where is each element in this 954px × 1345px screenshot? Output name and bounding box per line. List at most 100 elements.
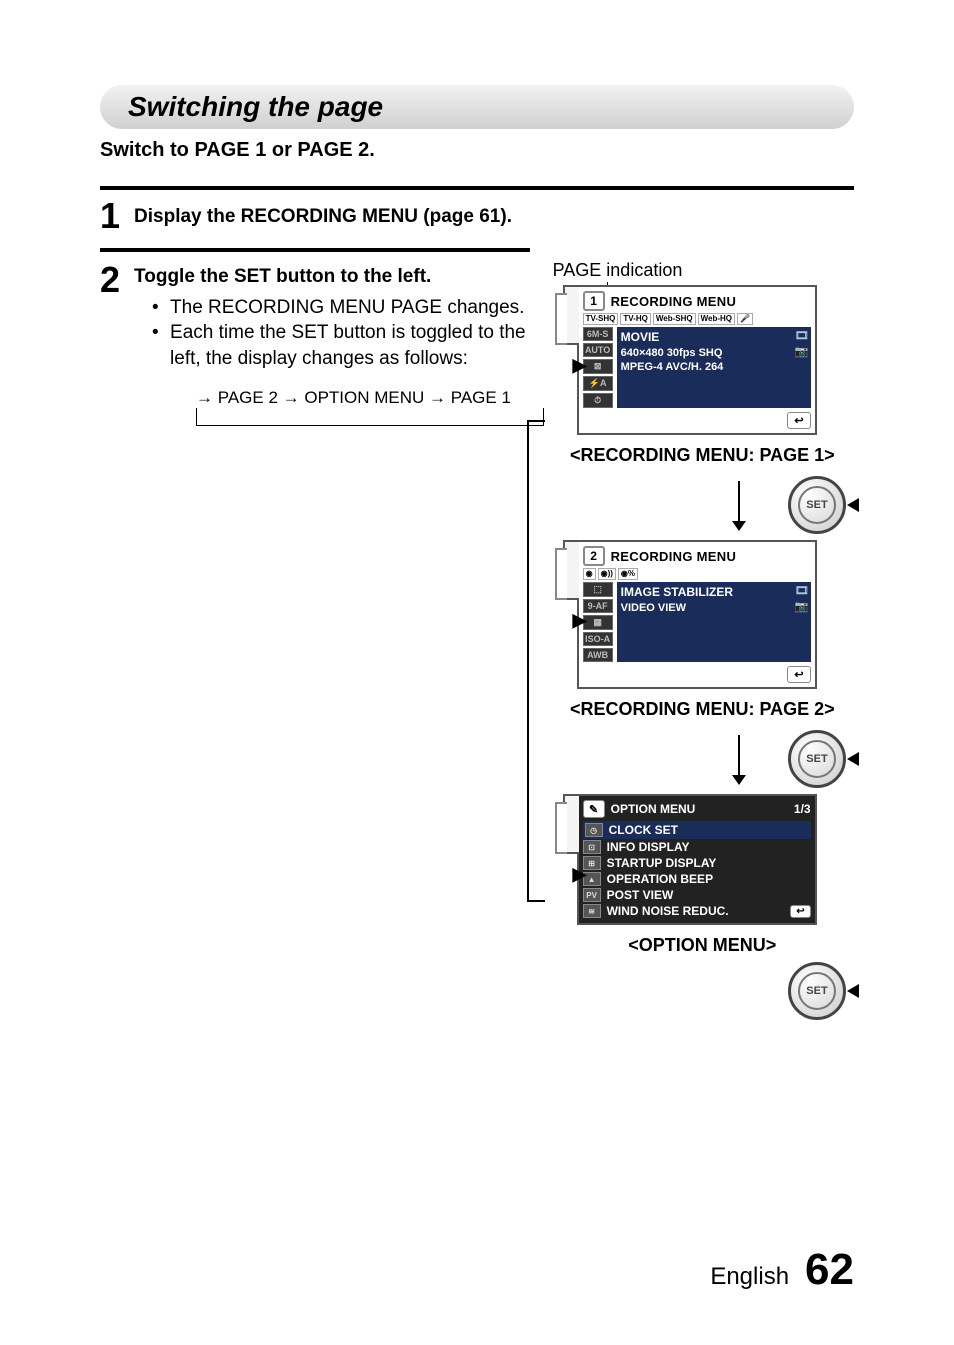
option-label: POST VIEW bbox=[607, 888, 811, 902]
screen-caption: <OPTION MENU> bbox=[551, 935, 854, 956]
highlight-line: 640×480 30fps SHQ bbox=[621, 346, 807, 360]
highlight-line: MOVIE bbox=[621, 330, 807, 346]
menu-highlight: 🎞 📷 IMAGE STABILIZER VIDEO VIEW bbox=[617, 582, 811, 662]
bullet-item: Each time the SET button is toggled to t… bbox=[162, 320, 531, 371]
set-label: SET bbox=[806, 753, 827, 765]
menu-screen-option: ▶ ✎ OPTION MENU 1/3 ◷ CLOCK SET ⊡ INFO D… bbox=[577, 794, 817, 925]
step-number: 1 bbox=[100, 198, 120, 234]
step-1: 1 Display the RECORDING MENU (page 61). bbox=[100, 196, 854, 234]
left-icon-column: 6M-S AUTO ⊠ ⚡A ⏱ bbox=[583, 327, 613, 408]
arrow-left-icon bbox=[847, 498, 859, 512]
movie-icon: 🎞 bbox=[795, 584, 809, 598]
menu-header: ✎ OPTION MENU 1/3 bbox=[583, 800, 811, 818]
arrow-icon: ▶ bbox=[573, 610, 587, 631]
mode-chip: ◉)) bbox=[598, 568, 616, 580]
tool-icon: ✎ bbox=[583, 800, 605, 818]
option-label: STARTUP DISPLAY bbox=[607, 856, 811, 870]
tab-stack-icon bbox=[563, 540, 579, 600]
mode-chip: Web-SHQ bbox=[653, 313, 696, 325]
menu-icon: ⚡A bbox=[583, 376, 613, 391]
option-label: CLOCK SET bbox=[609, 823, 809, 837]
arrow-left-icon bbox=[847, 752, 859, 766]
menu-icon: ⏱ bbox=[583, 393, 613, 408]
step-text: Display the RECORDING MENU (page 61). bbox=[134, 204, 512, 231]
step-2: 2 Toggle the SET button to the left. The… bbox=[100, 260, 531, 409]
mode-chip: ◉ bbox=[583, 568, 596, 580]
page-footer: English 62 bbox=[710, 1245, 854, 1295]
set-dial[interactable]: SET bbox=[788, 476, 846, 534]
menu-highlight: 🎞 📷 MOVIE 640×480 30fps SHQ MPEG-4 AVC/H… bbox=[617, 327, 811, 408]
arrow-down-icon bbox=[738, 481, 740, 529]
loop-bracket bbox=[527, 420, 545, 902]
highlight-line: IMAGE STABILIZER bbox=[621, 585, 807, 601]
menu-icon: ⬚ bbox=[583, 582, 613, 597]
tab-stack-icon bbox=[563, 285, 579, 345]
menu-icon: ISO-A bbox=[583, 632, 613, 646]
option-row: ⊞ STARTUP DISPLAY bbox=[583, 855, 811, 871]
mode-chip: TV-HQ bbox=[620, 313, 650, 325]
menu-title: RECORDING MENU bbox=[611, 294, 737, 309]
menu-icon: AUTO bbox=[583, 343, 613, 357]
camera-icon: 📷 bbox=[795, 345, 809, 359]
divider bbox=[100, 186, 854, 190]
menu-title: RECORDING MENU bbox=[611, 549, 737, 564]
highlight-line: MPEG-4 AVC/H. 264 bbox=[621, 360, 807, 374]
return-icon: ↩ bbox=[787, 412, 810, 429]
menu-icon: AWB bbox=[583, 648, 613, 662]
page-indicator: 1/3 bbox=[794, 802, 811, 816]
left-icon-column: ⬚ 9-AF ▦ ISO-A AWB bbox=[583, 582, 613, 662]
menu-header: 2 RECORDING MENU bbox=[583, 546, 811, 566]
option-row: ≋ WIND NOISE REDUC. ↩ bbox=[583, 903, 811, 919]
section-subtitle: Switch to PAGE 1 or PAGE 2. bbox=[100, 139, 854, 162]
menu-header: 1 RECORDING MENU bbox=[583, 291, 811, 311]
menu-screen-page1: ▶ 1 RECORDING MENU TV-SHQ TV-HQ Web-SHQ … bbox=[577, 285, 817, 435]
option-label: WIND NOISE REDUC. bbox=[607, 904, 785, 918]
screen-caption: <RECORDING MENU: PAGE 1> bbox=[551, 445, 854, 466]
menu-screen-page2: ▶ 2 RECORDING MENU ◉ ◉)) ◉% ⬚ 9-AF ▦ ISO… bbox=[577, 540, 817, 689]
clock-icon: ◷ bbox=[585, 823, 603, 837]
set-label: SET bbox=[806, 985, 827, 997]
bullet-item: The RECORDING MENU PAGE changes. bbox=[162, 295, 531, 321]
menu-icon: ⊠ bbox=[583, 359, 613, 374]
mode-row: TV-SHQ TV-HQ Web-SHQ Web-HQ 🎤 bbox=[583, 313, 811, 325]
info-icon: ⊡ bbox=[583, 840, 601, 854]
return-icon: ↩ bbox=[787, 666, 810, 683]
page-cycle-diagram: → PAGE 2 → OPTION MENU → PAGE 1 bbox=[196, 386, 531, 410]
step-heading: Toggle the SET button to the left. bbox=[134, 264, 531, 291]
cycle-text: → PAGE 2 → OPTION MENU → PAGE 1 bbox=[196, 388, 511, 407]
mode-chip: Web-HQ bbox=[698, 313, 735, 325]
option-label: OPERATION BEEP bbox=[607, 872, 811, 886]
mode-chip: ◉% bbox=[618, 568, 638, 580]
option-row-selected: ◷ CLOCK SET bbox=[583, 821, 811, 839]
page-indication-label: PAGE indication bbox=[553, 260, 854, 281]
highlight-line: VIDEO VIEW bbox=[621, 601, 807, 615]
set-label: SET bbox=[806, 499, 827, 511]
menu-icon: 6M-S bbox=[583, 327, 613, 341]
page-chip: 1 bbox=[583, 291, 605, 311]
set-dial[interactable]: SET bbox=[788, 962, 846, 1020]
footer-page-number: 62 bbox=[805, 1245, 854, 1295]
camera-icon: 📷 bbox=[795, 600, 809, 614]
set-dial[interactable]: SET bbox=[788, 730, 846, 788]
option-row: PV POST VIEW bbox=[583, 887, 811, 903]
menu-icon: ▦ bbox=[583, 615, 613, 630]
option-label: INFO DISPLAY bbox=[607, 840, 811, 854]
tab-stack-icon bbox=[563, 794, 579, 854]
mode-chip: TV-SHQ bbox=[583, 313, 619, 325]
wind-icon: ≋ bbox=[583, 904, 601, 918]
menu-icon: 9-AF bbox=[583, 599, 613, 613]
return-icon: ↩ bbox=[790, 905, 810, 918]
step-number: 2 bbox=[100, 262, 120, 298]
section-title: Switching the page bbox=[100, 85, 854, 129]
postview-icon: PV bbox=[583, 888, 601, 902]
menu-title: OPTION MENU bbox=[611, 802, 696, 816]
option-row: ⊡ INFO DISPLAY bbox=[583, 839, 811, 855]
arrow-left-icon bbox=[847, 984, 859, 998]
arrow-icon: ▶ bbox=[573, 864, 587, 885]
movie-icon: 🎞 bbox=[795, 329, 809, 343]
mic-icon: 🎤 bbox=[737, 313, 753, 325]
mode-row: ◉ ◉)) ◉% bbox=[583, 568, 811, 580]
page-chip: 2 bbox=[583, 546, 605, 566]
option-row: ▲ OPERATION BEEP bbox=[583, 871, 811, 887]
screen-caption: <RECORDING MENU: PAGE 2> bbox=[551, 699, 854, 720]
